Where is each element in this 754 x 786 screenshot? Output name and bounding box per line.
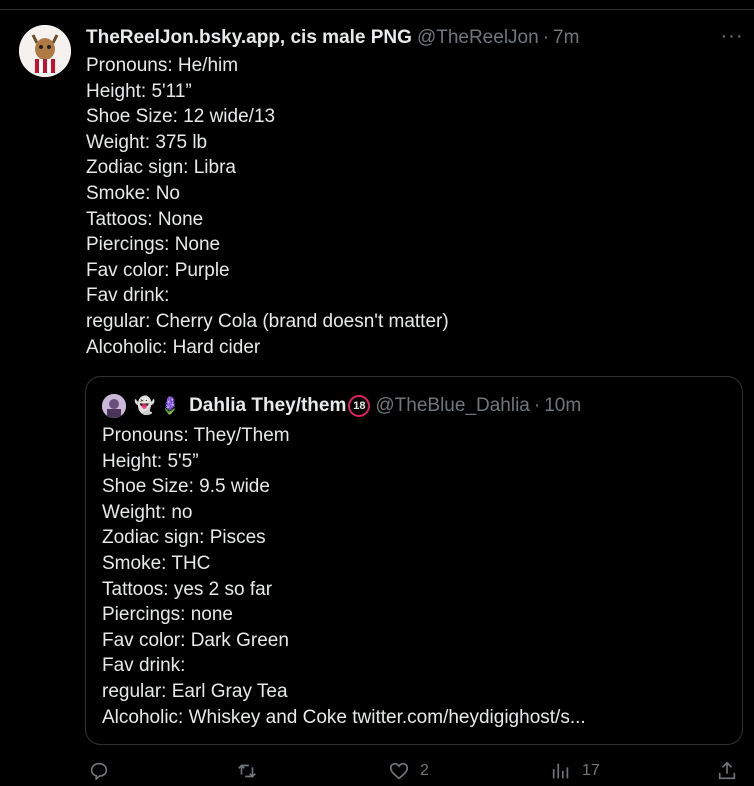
retweet-button[interactable] <box>236 760 268 782</box>
top-divider <box>0 9 754 10</box>
quote-avatar-image <box>102 394 126 418</box>
views-button[interactable]: 17 <box>550 760 600 782</box>
share-icon <box>718 761 736 780</box>
quote-name-emojis: 👻 🪻 <box>134 396 182 415</box>
header-separator: · <box>542 27 550 48</box>
quote-line: Zodiac sign: Pisces <box>102 527 266 549</box>
tweet-line: Tattoos: None <box>86 208 204 230</box>
tweet-line: Zodiac sign: Libra <box>86 157 236 179</box>
tweet-timestamp[interactable]: 7m <box>553 27 579 49</box>
more-options-icon[interactable]: ··· <box>718 26 746 50</box>
author-handle[interactable]: @TheReelJon <box>417 27 539 49</box>
tweet-line: Alcoholic: Hard cider <box>86 336 261 358</box>
quote-line: Weight: no <box>102 501 193 523</box>
quote-line: regular: Earl Gray Tea <box>102 680 288 702</box>
tweet-line: Smoke: No <box>86 182 180 204</box>
tweet-line: Shoe Size: 12 wide/13 <box>86 106 276 128</box>
age-18-badge: 18 <box>348 395 371 417</box>
quote-header: 👻 🪻 Dahlia They/them 18 @TheBlue_Dahlia … <box>102 393 581 419</box>
quote-author-handle[interactable]: @TheBlue_Dahlia <box>375 395 530 417</box>
share-button[interactable] <box>716 760 738 782</box>
quote-line: Alcoholic: Whiskey and Coke twitter.com/… <box>102 706 586 728</box>
tweet-line: Fav drink: <box>86 285 170 307</box>
quote-author-display-name[interactable]: Dahlia They/them <box>189 395 346 417</box>
like-button[interactable]: 2 <box>388 760 429 782</box>
avatar-image <box>19 25 71 77</box>
quote-line: Height: 5'5” <box>102 450 199 472</box>
tweet-line: Height: 5'11” <box>86 80 192 102</box>
quote-line: Fav color: Dark Green <box>102 629 289 651</box>
author-avatar[interactable] <box>19 25 71 77</box>
quoted-tweet[interactable]: 👻 🪻 Dahlia They/them 18 @TheBlue_Dahlia … <box>85 376 743 745</box>
tweet-line: Pronouns: He/him <box>86 55 239 76</box>
tweet-text: Pronouns: He/him Height: 5'11” Shoe Size… <box>86 53 736 360</box>
quote-line: Pronouns: They/Them <box>102 425 290 446</box>
quote-author-avatar[interactable] <box>102 394 126 418</box>
quote-line: Shoe Size: 9.5 wide <box>102 476 270 498</box>
tweet-line: Weight: 375 lb <box>86 131 208 153</box>
quote-line: Tattoos: yes 2 so far <box>102 578 273 600</box>
quote-timestamp[interactable]: 10m <box>544 395 581 417</box>
reply-icon <box>90 762 108 781</box>
heart-icon <box>389 762 409 780</box>
reply-button[interactable] <box>88 760 120 782</box>
quote-text: Pronouns: They/Them Height: 5'5” Shoe Si… <box>102 423 722 730</box>
tweet-line: Piercings: None <box>86 234 221 256</box>
views-count: 17 <box>582 762 600 779</box>
retweet-icon <box>238 764 256 778</box>
analytics-icon <box>552 763 569 779</box>
quote-line: Piercings: none <box>102 604 233 626</box>
tweet-line: Fav color: Purple <box>86 259 230 281</box>
tweet-header: TheReelJon.bsky.app, cis male PNG @TheRe… <box>86 26 579 50</box>
quote-line: Smoke: THC <box>102 552 211 574</box>
action-bar: 2 17 <box>0 760 754 786</box>
tweet-line: regular: Cherry Cola (brand doesn't matt… <box>86 310 449 332</box>
like-count: 2 <box>420 762 429 779</box>
quote-line: Fav drink: <box>102 655 186 677</box>
quote-header-separator: · <box>533 395 541 416</box>
author-display-name[interactable]: TheReelJon.bsky.app, cis male PNG <box>86 27 412 49</box>
